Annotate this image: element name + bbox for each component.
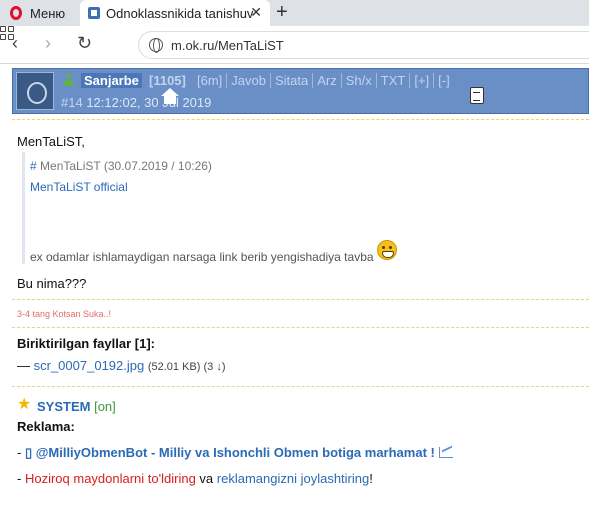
divider xyxy=(12,119,589,120)
new-tab-button[interactable]: + xyxy=(276,1,288,24)
page-content: Sanjarbe [1105] [6m] Javob Sitata Arz Sh… xyxy=(0,64,589,506)
menu-label: Меню xyxy=(30,5,66,21)
post-action-pm[interactable]: Sh/x xyxy=(342,73,377,88)
post-action-age: [6m] xyxy=(193,73,228,88)
attachments-title: Biriktirilgan fayllar [1]: xyxy=(17,336,155,351)
opera-logo-icon xyxy=(10,6,22,20)
post-greeting: MenTaLiST, xyxy=(17,134,85,149)
post-header: Sanjarbe [1105] [6m] Javob Sitata Arz Sh… xyxy=(12,68,589,114)
opera-menu-button[interactable]: Меню xyxy=(0,0,78,26)
user-icon xyxy=(63,74,74,86)
signature: 3-4 tang Kotsan Suka..! xyxy=(17,309,112,319)
system-name[interactable]: SYSTEM xyxy=(37,399,90,414)
ad2-mid: va xyxy=(195,471,217,486)
chart-icon xyxy=(438,447,453,458)
ad1-link[interactable]: ▯ @MilliyObmenBot - Milliy va Ishonchli … xyxy=(25,445,435,460)
home-icon[interactable] xyxy=(161,88,179,104)
post-actions: [6m] Javob Sitata Arz Sh/x TXT [+] [-] xyxy=(193,73,454,88)
ad-line-2: - Hoziroq maydonlarni to'ldiring va rekl… xyxy=(17,471,373,486)
tab-active[interactable]: Odnoklassnikida tanishuv ✕ xyxy=(80,0,270,26)
quote-link[interactable]: MenTaLiST official xyxy=(30,180,128,194)
quote-hash[interactable]: # xyxy=(30,159,37,173)
quote-body: ex odamlar ishlamaydigan narsaga link be… xyxy=(30,250,374,264)
post-action-plus[interactable]: [+] xyxy=(410,73,435,88)
ad2-end: ! xyxy=(369,471,373,486)
reload-icon[interactable]: ↻ xyxy=(77,33,92,54)
username-link[interactable]: Sanjarbe xyxy=(81,73,142,88)
reputation: [1105] xyxy=(149,73,186,88)
divider xyxy=(12,327,589,328)
ad1-prefix: - xyxy=(17,445,25,460)
post-action-minus[interactable]: [-] xyxy=(434,73,454,88)
ad2-blue-link[interactable]: reklamangizni joylashtiring xyxy=(217,471,369,486)
star-icon: ★ xyxy=(17,396,32,413)
forward-icon[interactable]: › xyxy=(45,33,51,54)
quote-meta: MenTaLiST (30.07.2019 / 10:26) xyxy=(40,159,212,173)
reklama-label: Reklama: xyxy=(17,419,75,434)
tab-bar: Меню Odnoklassnikida tanishuv ✕ + xyxy=(0,0,589,26)
url-text: m.ok.ru/MenTaLiST xyxy=(171,37,284,53)
tab-title: Odnoklassnikida tanishuv xyxy=(106,5,254,21)
ad-line-1: - ▯ @MilliyObmenBot - Milliy va Ishonchl… xyxy=(17,445,453,461)
address-field[interactable]: m.ok.ru/MenTaLiST xyxy=(138,31,589,59)
tab-close-icon[interactable]: ✕ xyxy=(250,4,262,21)
ad2-prefix: - xyxy=(17,471,25,486)
attachment-meta: (52.01 KB) (3 ↓) xyxy=(147,361,226,373)
divider xyxy=(12,386,589,387)
quote-header: # MenTaLiST (30.07.2019 / 10:26) xyxy=(30,159,212,173)
attachment-row: — scr_0007_0192.jpg (52.01 KB) (3 ↓) xyxy=(17,358,225,373)
attachment-file-link[interactable]: scr_0007_0192.jpg xyxy=(34,358,145,373)
post-action-txt[interactable]: TXT xyxy=(377,73,411,88)
ad2-red-link[interactable]: Hoziroq maydonlarni to'ldiring xyxy=(25,471,196,486)
post-number: #14 xyxy=(61,95,83,110)
address-toolbar: ‹ › ↻ m.ok.ru/MenTaLiST xyxy=(0,26,589,64)
system-user: SYSTEM [on] xyxy=(37,399,116,414)
post-number-timestamp: #14 12:12:02, 30 Jul 2019 xyxy=(61,95,211,110)
avatar[interactable] xyxy=(16,72,54,110)
globe-icon xyxy=(149,38,163,53)
grin-smiley-icon xyxy=(377,240,397,260)
favicon-icon xyxy=(88,7,100,19)
attachment-dash: — xyxy=(17,358,30,373)
divider xyxy=(12,299,589,300)
post-text: Bu nima??? xyxy=(17,276,87,291)
back-icon[interactable]: ‹ xyxy=(12,33,18,54)
post-action-report[interactable]: Arz xyxy=(313,73,342,88)
post-action-quote[interactable]: Sitata xyxy=(271,73,314,88)
document-icon[interactable] xyxy=(470,87,484,104)
post-action-reply[interactable]: Javob xyxy=(227,73,271,88)
post-timestamp: 12:12:02, 30 Jul 2019 xyxy=(86,95,212,110)
system-status: [on] xyxy=(94,399,116,414)
